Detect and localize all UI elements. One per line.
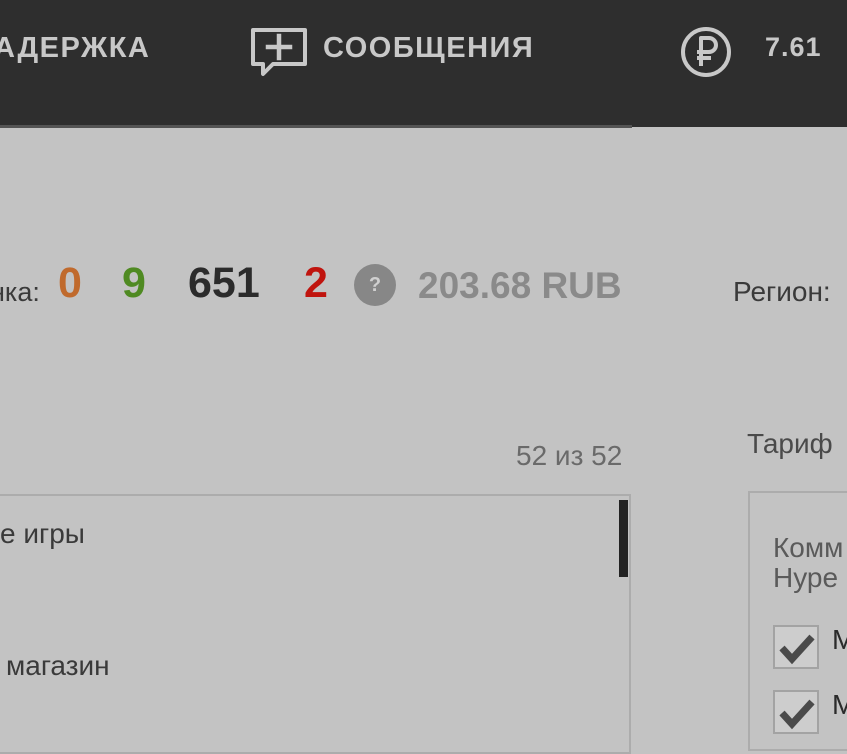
tariff-description: Комм Нуре [773,532,844,593]
checkmark-icon [779,699,815,730]
list-scrollbar[interactable] [619,500,628,577]
balance-value[interactable]: 7.61 [765,34,822,61]
stats-label: нка: [0,277,40,307]
tariff-option-checkbox[interactable] [773,625,819,669]
stat-red-count[interactable]: 2 [304,262,328,305]
checkmark-icon [779,634,815,665]
list-item[interactable]: е игры [0,518,85,550]
stat-orange-count[interactable]: 0 [58,262,82,305]
nav-messages-link[interactable]: СООБЩЕНИЯ [323,34,534,63]
tariff-option-label: М [832,689,847,720]
tariff-option-checkbox[interactable] [773,690,819,734]
list-item[interactable]: магазин [6,650,110,682]
stat-total-count[interactable]: 651 [188,262,260,305]
region-label: Регион: [733,276,831,307]
amount-value: 203.68 RUB [418,265,622,306]
stat-green-count[interactable]: 9 [122,262,146,305]
tariff-option-label: М [832,624,847,655]
list-counter: 52 из 52 [516,440,623,471]
ruble-icon [681,27,731,77]
nav-support-link[interactable]: АДЕРЖКА [0,34,150,63]
tariff-label: Тариф [747,428,833,459]
help-icon[interactable]: ? [354,264,396,306]
chat-plus-icon[interactable] [249,26,309,78]
active-tab-underline [0,125,632,128]
list-panel [0,494,631,754]
